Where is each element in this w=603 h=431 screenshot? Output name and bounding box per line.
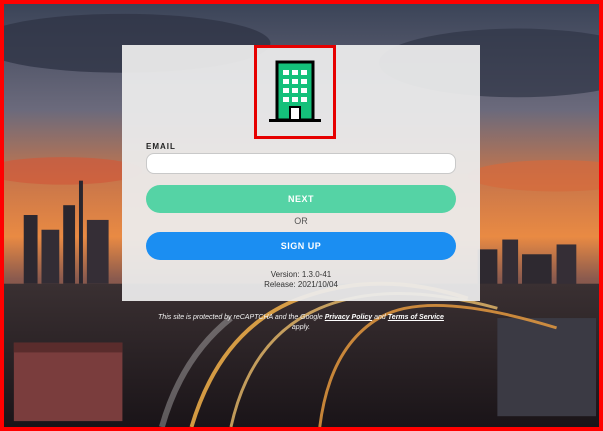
login-card: EMAIL NEXT OR SIGN UP Version: 1.3.0-41 …: [122, 45, 480, 301]
screenshot-frame: EMAIL NEXT OR SIGN UP Version: 1.3.0-41 …: [0, 0, 603, 431]
logo-highlight: [254, 45, 336, 139]
terms-of-service-link[interactable]: Terms of Service: [388, 314, 444, 321]
recaptcha-notice: This site is protected by reCAPTCHA and …: [122, 313, 480, 333]
recaptcha-and: and: [374, 314, 386, 321]
email-input[interactable]: [146, 153, 456, 174]
next-button[interactable]: NEXT: [146, 185, 456, 213]
recaptcha-prefix: This site is protected by reCAPTCHA and …: [158, 314, 323, 321]
version-info: Version: 1.3.0-41 Release: 2021/10/04: [122, 270, 480, 290]
release-text: Release: 2021/10/04: [264, 280, 338, 289]
email-label: EMAIL: [146, 142, 176, 151]
privacy-policy-link[interactable]: Privacy Policy: [325, 314, 372, 321]
or-separator: OR: [294, 216, 308, 226]
recaptcha-suffix: apply.: [291, 324, 311, 331]
office-building-icon: [269, 60, 321, 122]
sign-up-button[interactable]: SIGN UP: [146, 232, 456, 260]
version-text: Version: 1.3.0-41: [270, 270, 332, 279]
